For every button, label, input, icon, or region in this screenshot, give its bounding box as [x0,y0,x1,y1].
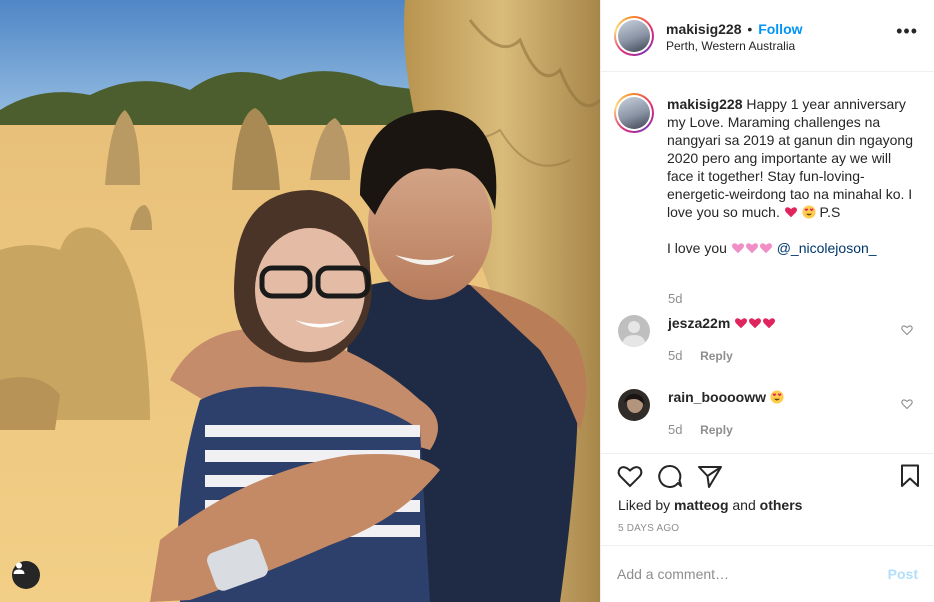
tagged-users-button[interactable] [12,561,40,589]
person-icon [13,562,25,574]
post-comment-button[interactable]: Post [888,566,918,582]
header-user-line: makisig228 • Follow [666,21,803,37]
comment-meta: 5d Reply [668,348,733,363]
commenter-avatar[interactable] [618,389,650,421]
liked-by-text: Liked by matteog and others [618,497,802,513]
reply-button[interactable]: Reply [700,423,733,437]
caption-line2: I love you [667,240,727,256]
comment-input[interactable] [617,563,877,585]
comment-bubble-icon[interactable] [657,464,683,488]
post-timestamp[interactable]: 5 DAYS AGO [618,523,679,534]
follow-button[interactable]: Follow [758,21,802,37]
reply-button[interactable]: Reply [700,349,733,363]
sparkling-heart-icon [731,243,744,254]
sparkling-heart-icon [745,243,758,254]
add-comment-section: Post [601,545,934,602]
like-comment-heart-icon[interactable] [901,398,913,410]
comment-text: rain_booooww [668,389,784,405]
commenter-avatar[interactable] [618,315,650,347]
heart-eyes-icon [770,390,784,404]
commenter-username[interactable]: jesza22m [668,315,730,331]
liked-by-user[interactable]: matteog [674,497,728,513]
caption-body-tail: P.S [819,204,841,220]
caption-avatar[interactable] [614,93,654,133]
comment-meta: 5d Reply [668,422,733,437]
caption-age[interactable]: 5d [668,291,682,306]
commenter-username[interactable]: rain_booooww [668,389,766,405]
comment-text: jesza22m [668,315,776,331]
caption-body: Happy 1 year anniversary my Love. Marami… [667,96,913,220]
like-heart-icon[interactable] [617,464,643,488]
red-heart-icon [735,318,748,329]
post-photo[interactable] [0,0,600,602]
heart-eyes-icon [802,205,816,219]
author-username[interactable]: makisig228 [666,21,742,37]
photo-image [0,0,600,602]
red-heart-icon [763,318,776,329]
liked-by-others[interactable]: others [760,497,803,513]
post-header: makisig228 • Follow Perth, Western Austr… [601,0,934,72]
caption-mention[interactable]: @_nicolejoson_ [777,240,877,256]
save-bookmark-icon[interactable] [900,464,920,488]
share-paper-plane-icon[interactable] [697,464,723,488]
liked-by-prefix: Liked by [618,497,671,513]
comment-age[interactable]: 5d [668,348,682,363]
post-side-panel: makisig228 • Follow Perth, Western Austr… [600,0,934,602]
separator-dot: • [747,21,753,37]
comment-age[interactable]: 5d [668,422,682,437]
red-heart-icon [784,207,797,218]
author-avatar[interactable] [614,16,654,56]
comments-list[interactable]: makisig228 Happy 1 year anniversary my L… [601,73,934,453]
sparkling-heart-icon [759,243,772,254]
caption-text: makisig228 Happy 1 year anniversary my L… [667,95,917,257]
post-actions: Liked by matteog and others 5 DAYS AGO [601,453,934,545]
like-comment-heart-icon[interactable] [901,324,913,336]
post-location[interactable]: Perth, Western Australia [666,39,795,53]
more-options-icon[interactable]: ••• [896,22,918,40]
liked-by-joiner: and [732,497,756,513]
red-heart-icon [749,318,762,329]
caption-username[interactable]: makisig228 [667,96,743,112]
